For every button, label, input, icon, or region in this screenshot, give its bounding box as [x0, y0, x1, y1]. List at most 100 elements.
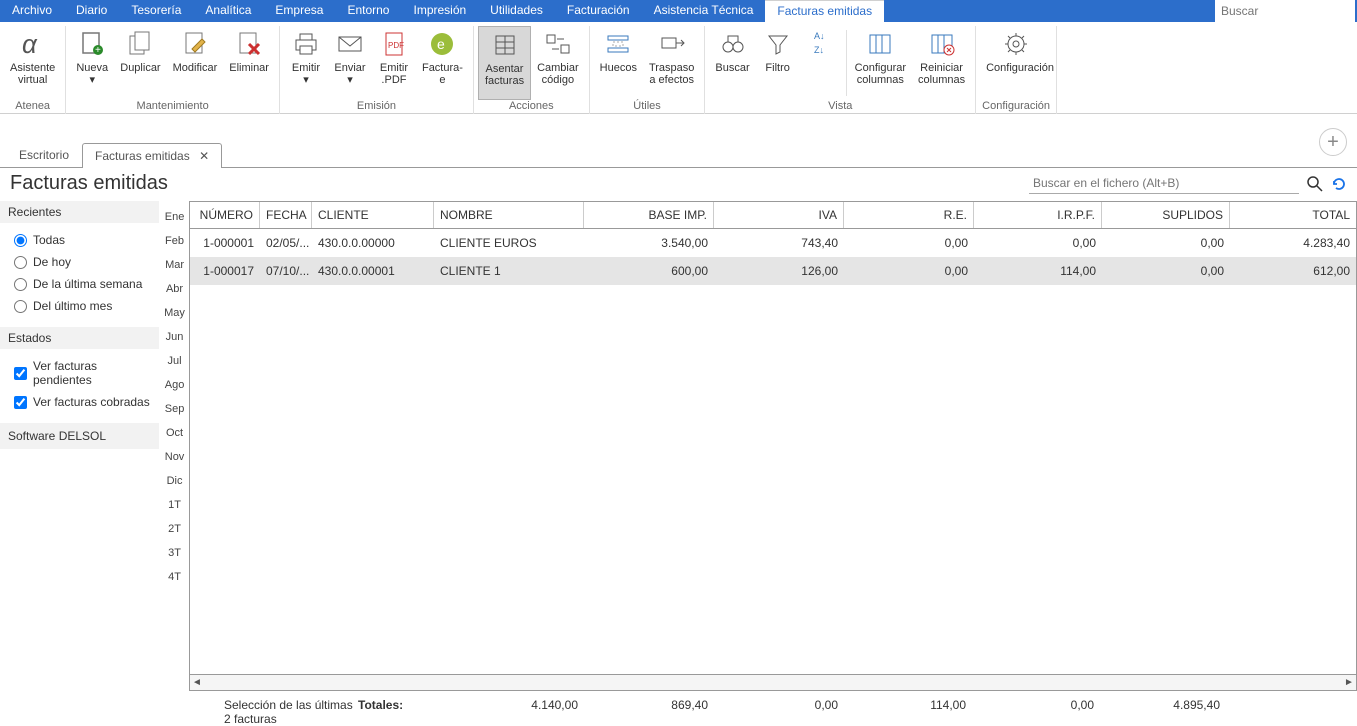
menu-entorno[interactable]: Entorno [335, 0, 401, 22]
col-suplidos[interactable]: SUPLIDOS [1102, 202, 1230, 228]
check-cobradas[interactable] [14, 396, 27, 409]
month-sep[interactable]: Sep [160, 397, 189, 421]
menu-tesoreria[interactable]: Tesorería [119, 0, 193, 22]
menu-archivo[interactable]: Archivo [0, 0, 64, 22]
orden-button[interactable]: A↓Z↓ [800, 26, 844, 100]
reiniciar-columnas-button[interactable]: Reiniciar columnas [912, 26, 971, 100]
buscar-button[interactable]: Buscar [709, 26, 755, 100]
radio-todas[interactable] [14, 234, 27, 247]
emitir-button[interactable]: Emitir ▾ [284, 26, 328, 100]
month-jul[interactable]: Jul [160, 349, 189, 373]
menu-analitica[interactable]: Analítica [193, 0, 263, 22]
asentar-label: Asentar facturas [485, 63, 524, 87]
svg-text:+: + [95, 45, 101, 56]
group-label-config: Configuración [982, 100, 1050, 114]
svg-text:PDF: PDF [388, 41, 404, 50]
factura-e-button[interactable]: e Factura- e [416, 26, 469, 100]
cambiar-codigo-button[interactable]: Cambiar código [531, 26, 585, 100]
ribbon-tab-facturas-emitidas[interactable]: Facturas emitidas [765, 0, 884, 22]
menu-empresa[interactable]: Empresa [263, 0, 335, 22]
huecos-button[interactable]: Huecos [594, 26, 643, 100]
configuracion-button[interactable]: Configuración [980, 26, 1052, 100]
edit-icon [179, 28, 211, 60]
table-row[interactable]: 1-000017 07/10/... 430.0.0.00001 CLIENTE… [190, 257, 1356, 285]
tab-escritorio-label: Escritorio [19, 148, 69, 162]
tab-facturas-emitidas[interactable]: Facturas emitidas ✕ [82, 143, 222, 168]
col-iva[interactable]: IVA [714, 202, 844, 228]
scroll-left-icon[interactable]: ◄ [190, 677, 204, 688]
eliminar-button[interactable]: Eliminar [223, 26, 275, 100]
asistente-virtual-button[interactable]: α Asistente virtual [4, 26, 61, 100]
col-irpf[interactable]: I.R.P.F. [974, 202, 1102, 228]
month-may[interactable]: May [160, 301, 189, 325]
modificar-button[interactable]: Modificar [167, 26, 224, 100]
software-delsol[interactable]: Software DELSOL [0, 423, 159, 449]
recent-hoy[interactable]: De hoy [14, 251, 155, 273]
menu-asistencia[interactable]: Asistencia Técnica [642, 0, 766, 22]
month-dic[interactable]: Dic [160, 469, 189, 493]
month-jun[interactable]: Jun [160, 325, 189, 349]
menu-impresion[interactable]: Impresión [401, 0, 478, 22]
menu-utilidades[interactable]: Utilidades [478, 0, 555, 22]
eliminar-label: Eliminar [229, 62, 269, 74]
radio-semana[interactable] [14, 278, 27, 291]
config-col-label: Configurar columnas [855, 62, 906, 86]
quarter-2t[interactable]: 2T [160, 517, 189, 541]
file-search-input[interactable] [1029, 173, 1299, 194]
cell-total: 612,00 [1230, 257, 1356, 285]
states-options: Ver facturas pendientes Ver facturas cob… [0, 349, 159, 423]
month-oct[interactable]: Oct [160, 421, 189, 445]
ribbon-group-acciones: Asentar facturas Cambiar código Acciones [474, 26, 590, 114]
search-icon[interactable] [1307, 176, 1323, 192]
col-cliente[interactable]: CLIENTE [312, 202, 434, 228]
emitir-pdf-button[interactable]: PDF Emitir .PDF [372, 26, 416, 100]
recent-todas[interactable]: Todas [14, 229, 155, 251]
menu-facturacion[interactable]: Facturación [555, 0, 642, 22]
col-numero[interactable]: NÚMERO [190, 202, 260, 228]
add-new-circle-button[interactable]: + [1319, 128, 1347, 156]
menu-diario[interactable]: Diario [64, 0, 119, 22]
quarter-3t[interactable]: 3T [160, 541, 189, 565]
global-search-input[interactable] [1215, 0, 1355, 22]
scroll-track[interactable] [204, 676, 1342, 690]
asentar-facturas-button[interactable]: Asentar facturas [478, 26, 531, 100]
nueva-button[interactable]: + Nueva ▾ [70, 26, 114, 100]
ribbon-group-emision: Emitir ▾ Enviar ▾ PDF Emitir .PDF e Fact… [280, 26, 474, 114]
col-re[interactable]: R.E. [844, 202, 974, 228]
month-mar[interactable]: Mar [160, 253, 189, 277]
recent-mes[interactable]: Del último mes [14, 295, 155, 317]
month-ago[interactable]: Ago [160, 373, 189, 397]
col-total[interactable]: TOTAL [1230, 202, 1356, 228]
configurar-columnas-button[interactable]: Configurar columnas [849, 26, 912, 100]
table-row[interactable]: 1-000001 02/05/... 430.0.0.00000 CLIENTE… [190, 229, 1356, 257]
tab-escritorio[interactable]: Escritorio [6, 142, 82, 167]
month-abr[interactable]: Abr [160, 277, 189, 301]
month-ene[interactable]: Ene [160, 205, 189, 229]
scroll-right-icon[interactable]: ► [1342, 677, 1356, 688]
traspaso-efectos-button[interactable]: Traspaso a efectos [643, 26, 700, 100]
col-nombre[interactable]: NOMBRE [434, 202, 584, 228]
horizontal-scrollbar[interactable]: ◄ ► [190, 674, 1356, 690]
month-feb[interactable]: Feb [160, 229, 189, 253]
filtro-button[interactable]: Filtro [756, 26, 800, 100]
refresh-icon[interactable] [1331, 176, 1347, 192]
total-sup: 0,00 [966, 698, 1094, 726]
col-base[interactable]: BASE IMP. [584, 202, 714, 228]
duplicar-button[interactable]: Duplicar [114, 26, 166, 100]
radio-mes[interactable] [14, 300, 27, 313]
check-pendientes[interactable] [14, 367, 27, 380]
recent-semana[interactable]: De la última semana [14, 273, 155, 295]
quarter-4t[interactable]: 4T [160, 565, 189, 589]
close-icon[interactable]: ✕ [199, 149, 209, 163]
enviar-button[interactable]: Enviar ▾ [328, 26, 372, 100]
state-cobradas[interactable]: Ver facturas cobradas [14, 391, 155, 413]
columns-reset-icon [926, 28, 958, 60]
radio-hoy[interactable] [14, 256, 27, 269]
col-fecha[interactable]: FECHA [260, 202, 312, 228]
quarter-1t[interactable]: 1T [160, 493, 189, 517]
grid-header: NÚMERO FECHA CLIENTE NOMBRE BASE IMP. IV… [190, 202, 1356, 229]
state-pendientes[interactable]: Ver facturas pendientes [14, 355, 155, 391]
filtro-label: Filtro [765, 62, 789, 74]
recent-mes-label: Del último mes [33, 299, 112, 313]
month-nov[interactable]: Nov [160, 445, 189, 469]
